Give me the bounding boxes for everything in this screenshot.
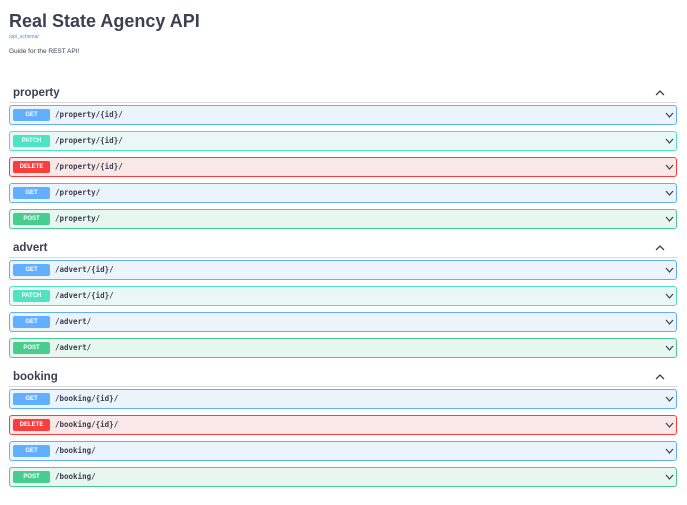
operation-path: /booking/ — [55, 446, 96, 455]
method-badge: POST — [13, 213, 50, 225]
method-badge: GET — [13, 316, 50, 328]
tag-header-advert[interactable]: advert — [9, 239, 677, 258]
operation-path: /booking/ — [55, 472, 96, 481]
operation-get-advert-list[interactable]: GET /advert/ — [9, 312, 677, 332]
method-badge: DELETE — [13, 161, 50, 173]
chevron-down-icon[interactable] — [665, 345, 674, 351]
chevron-down-icon[interactable] — [665, 267, 674, 273]
operation-path: /property/ — [55, 188, 101, 197]
method-badge: DELETE — [13, 419, 50, 431]
tag-name: advert — [13, 242, 48, 254]
operation-path: /booking/{id}/ — [55, 420, 119, 429]
chevron-up-icon[interactable] — [655, 244, 665, 252]
chevron-down-icon[interactable] — [665, 474, 674, 480]
method-badge: GET — [13, 264, 50, 276]
method-badge: POST — [13, 471, 50, 483]
operation-get-property-id[interactable]: GET /property/{id}/ — [9, 105, 677, 125]
operation-patch-advert-id[interactable]: PATCH /advert/{id}/ — [9, 286, 677, 306]
operation-get-advert-id[interactable]: GET /advert/{id}/ — [9, 260, 677, 280]
operation-post-advert[interactable]: POST /advert/ — [9, 338, 677, 358]
operation-path: /advert/{id}/ — [55, 265, 114, 274]
method-badge: GET — [13, 187, 50, 199]
chevron-up-icon[interactable] — [655, 373, 665, 381]
method-badge: GET — [13, 393, 50, 405]
chevron-down-icon[interactable] — [665, 319, 674, 325]
operation-path: /property/{id}/ — [55, 162, 123, 171]
operation-patch-property-id[interactable]: PATCH /property/{id}/ — [9, 131, 677, 151]
chevron-down-icon[interactable] — [665, 448, 674, 454]
operation-get-property-list[interactable]: GET /property/ — [9, 183, 677, 203]
chevron-down-icon[interactable] — [665, 422, 674, 428]
chevron-down-icon[interactable] — [665, 293, 674, 299]
chevron-up-icon[interactable] — [655, 89, 665, 97]
operation-path: /advert/ — [55, 317, 92, 326]
tag-header-booking[interactable]: booking — [9, 368, 677, 387]
tag-section-advert: advert GET /advert/{id}/ PATCH /advert/{… — [9, 239, 677, 364]
tag-section-property: property GET /property/{id}/ PATCH /prop… — [9, 84, 677, 235]
chevron-down-icon[interactable] — [665, 216, 674, 222]
api-info: Real State Agency API /api_schema/ Guide… — [9, 10, 200, 56]
tag-section-booking: booking GET /booking/{id}/ DELETE /booki… — [9, 368, 677, 493]
operation-path: /advert/{id}/ — [55, 291, 114, 300]
method-badge: GET — [13, 445, 50, 457]
operation-delete-property-id[interactable]: DELETE /property/{id}/ — [9, 157, 677, 177]
operation-post-booking[interactable]: POST /booking/ — [9, 467, 677, 487]
operation-path: /booking/{id}/ — [55, 394, 119, 403]
operation-delete-booking-id[interactable]: DELETE /booking/{id}/ — [9, 415, 677, 435]
chevron-down-icon[interactable] — [665, 190, 674, 196]
operation-path: /property/{id}/ — [55, 110, 123, 119]
method-badge: GET — [13, 109, 50, 121]
tag-name: property — [13, 87, 60, 99]
operation-get-booking-list[interactable]: GET /booking/ — [9, 441, 677, 461]
chevron-down-icon[interactable] — [665, 164, 674, 170]
chevron-down-icon[interactable] — [665, 138, 674, 144]
chevron-down-icon[interactable] — [665, 112, 674, 118]
tag-header-property[interactable]: property — [9, 84, 677, 103]
operation-post-property[interactable]: POST /property/ — [9, 209, 677, 229]
chevron-down-icon[interactable] — [665, 396, 674, 402]
operation-get-booking-id[interactable]: GET /booking/{id}/ — [9, 389, 677, 409]
operation-path: /property/ — [55, 214, 101, 223]
schema-link[interactable]: /api_schema/ — [9, 34, 200, 41]
api-title: Real State Agency API — [9, 11, 200, 31]
operation-path: /property/{id}/ — [55, 136, 123, 145]
api-description: Guide for the REST API! — [9, 48, 80, 55]
method-badge: PATCH — [13, 135, 50, 147]
method-badge: PATCH — [13, 290, 50, 302]
method-badge: POST — [13, 342, 50, 354]
operation-path: /advert/ — [55, 343, 92, 352]
tag-name: booking — [13, 371, 58, 383]
